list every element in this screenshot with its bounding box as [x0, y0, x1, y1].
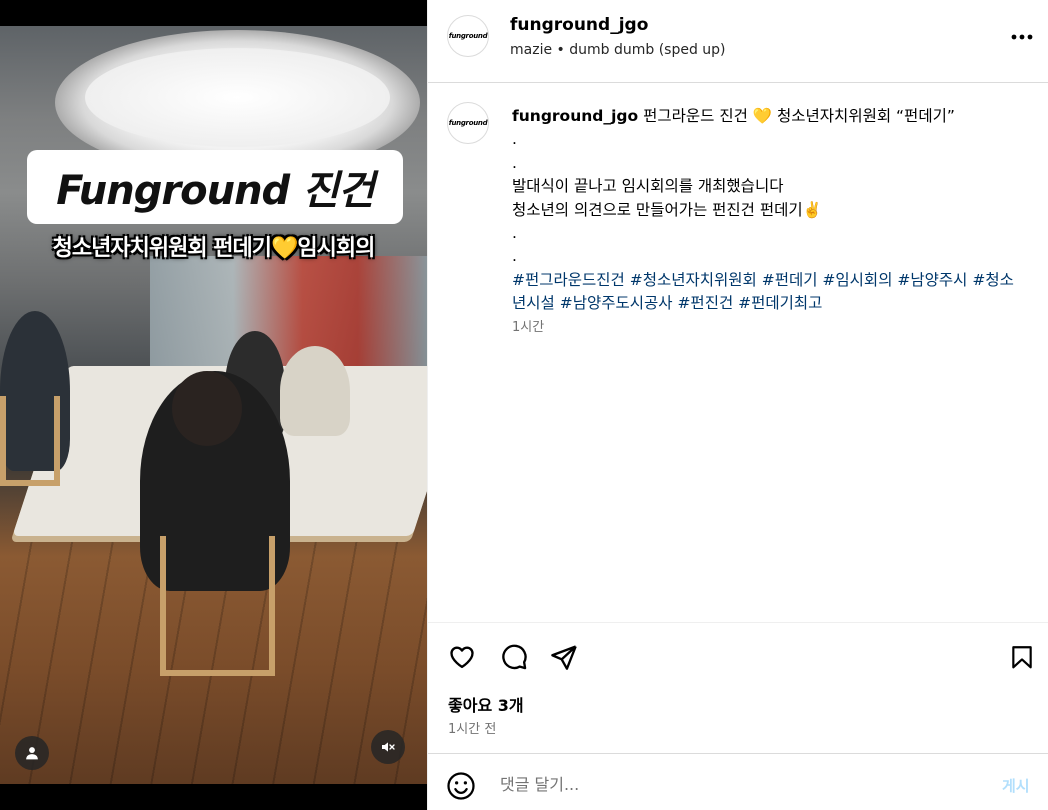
- person-head: [172, 371, 242, 446]
- avatar-logo: funground: [448, 119, 488, 127]
- caption-hashtags[interactable]: #펀그라운드진건 #청소년자치위원회 #펀데기 #임시회의 #남양주시 #청소년…: [512, 271, 1014, 312]
- emoji-button[interactable]: [446, 771, 478, 803]
- user-icon: [26, 747, 38, 760]
- post-panel: funground funground_jgo mazie • dumb dum…: [427, 0, 1048, 810]
- post-author-username[interactable]: funground_jgo: [510, 15, 648, 35]
- share-button[interactable]: [548, 641, 580, 673]
- mute-toggle-button[interactable]: [371, 730, 405, 764]
- post-comment-button[interactable]: 게시: [1002, 775, 1030, 796]
- like-count[interactable]: 좋아요 3개: [448, 692, 524, 716]
- like-button[interactable]: [446, 641, 478, 673]
- post-media: Funground 진건 청소년자치위원회 펀데기💛임시회의: [0, 0, 427, 810]
- caption-text: funground_jgo 펀그라운드 진건 💛 청소년자치위원회 “펀데기” …: [512, 105, 1022, 316]
- caption-avatar[interactable]: funground: [447, 102, 489, 144]
- post-timestamp[interactable]: 1시간 전: [448, 718, 496, 737]
- chair: [160, 536, 275, 676]
- person: [280, 346, 350, 436]
- comment-button[interactable]: [498, 641, 530, 673]
- smiley-icon: [447, 772, 475, 800]
- comment-bar: 게시: [428, 753, 1048, 810]
- send-icon: [551, 645, 577, 670]
- video-subtitle: 청소년자치위원회 펀데기💛임시회의: [52, 236, 376, 261]
- bookmark-icon: [1012, 646, 1032, 669]
- post-header: funground funground_jgo mazie • dumb dum…: [428, 0, 1048, 83]
- more-options-icon[interactable]: [1009, 24, 1035, 50]
- avatar[interactable]: funground: [447, 15, 489, 57]
- reel-video[interactable]: Funground 진건 청소년자치위원회 펀데기💛임시회의: [0, 26, 427, 784]
- chair: [0, 396, 60, 486]
- caption-timestamp: 1시간: [512, 320, 545, 335]
- audio-track-link[interactable]: mazie • dumb dumb (sped up): [510, 42, 726, 58]
- tagged-users-button[interactable]: [15, 736, 49, 770]
- comment-input[interactable]: [500, 768, 960, 800]
- post-actions: 좋아요 3개 1시간 전: [428, 622, 1048, 753]
- caption-section: funground funground_jgo 펀그라운드 진건 💛 청소년자치…: [428, 83, 1048, 623]
- video-title-card: Funground 진건: [27, 150, 403, 224]
- caption-body: 펀그라운드 진건 💛 청소년자치위원회 “펀데기” . . 발대식이 끝나고 임…: [512, 107, 955, 266]
- heart-icon: [450, 646, 474, 669]
- save-button[interactable]: [1006, 641, 1038, 673]
- speaker-muted-icon: [382, 742, 395, 752]
- caption-username[interactable]: funground_jgo: [512, 107, 638, 125]
- avatar-logo: funground: [448, 32, 488, 40]
- comment-icon: [502, 644, 527, 670]
